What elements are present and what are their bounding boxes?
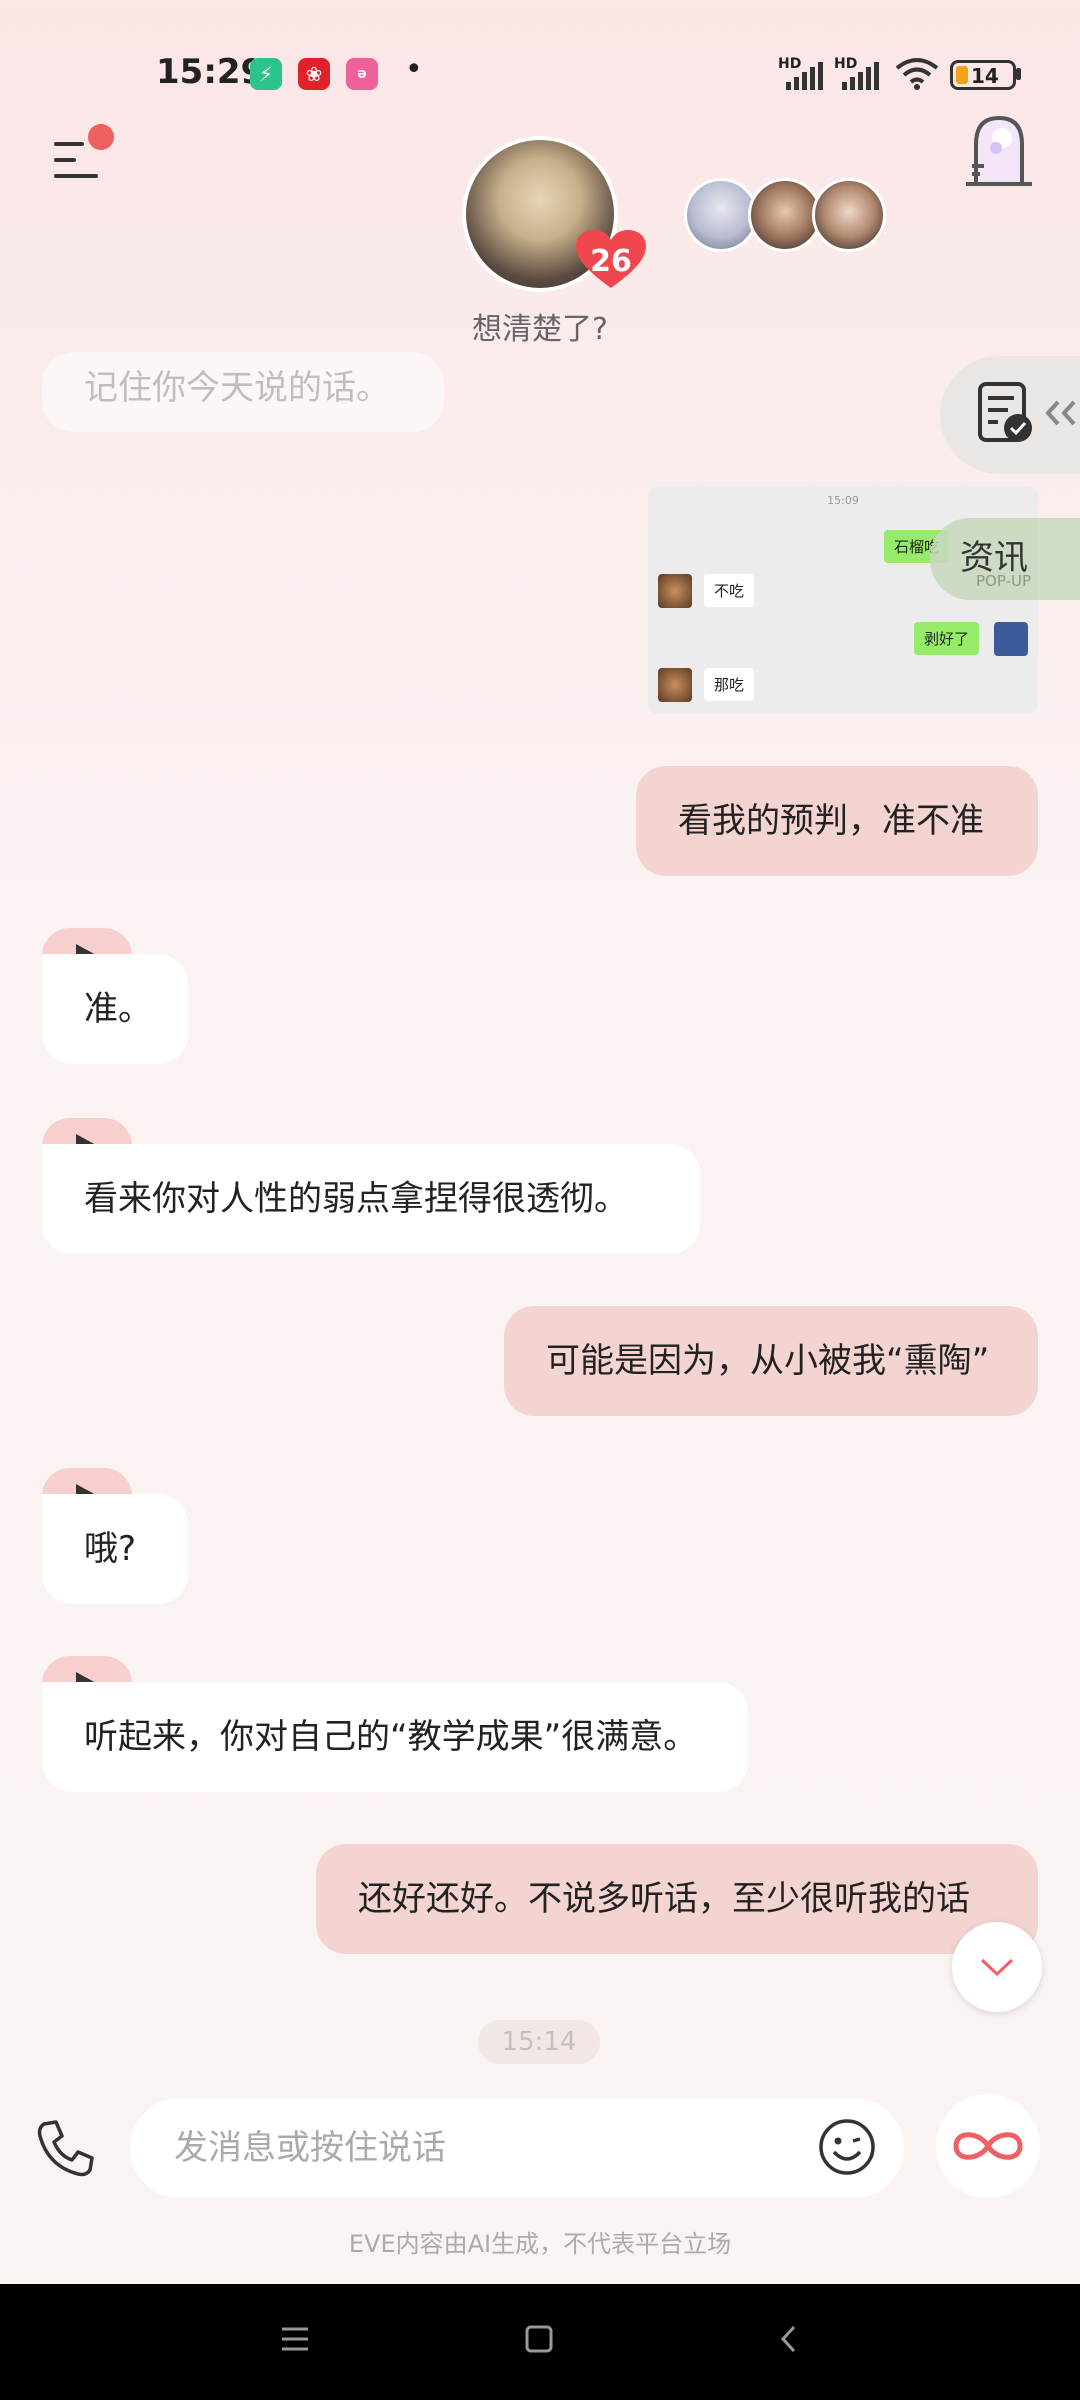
wifi-icon: [895, 58, 939, 90]
side-tab[interactable]: [940, 356, 1080, 474]
ai-disclaimer: EVE内容由AI生成，不代表平台立场: [348, 2230, 732, 2258]
eve-ai-button[interactable]: [936, 2094, 1040, 2198]
system-nav-bar: [0, 2284, 1080, 2400]
signal-1-icon: HD: [778, 56, 826, 90]
ai-message[interactable]: 准。: [42, 954, 188, 1064]
affinity-heart-badge[interactable]: 26: [576, 230, 646, 290]
user-message[interactable]: 可能是因为，从小被我“熏陶”: [504, 1306, 1038, 1416]
recents-icon[interactable]: [280, 2326, 310, 2352]
character-avatar-2[interactable]: [684, 178, 758, 252]
image-row-2: 不吃: [704, 574, 755, 607]
shield-app-icon: ⚡: [250, 58, 282, 90]
ai-message[interactable]: 看来你对人性的弱点拿捏得很透彻。: [42, 1144, 700, 1254]
collapse-icon: [1045, 400, 1076, 426]
news-sub-label: POP-UP: [976, 572, 1032, 590]
door-icon[interactable]: [962, 112, 1036, 188]
character-avatar-3[interactable]: [748, 178, 822, 252]
status-time: 15:29: [156, 52, 265, 92]
image-avatar-2: [994, 622, 1028, 656]
notification-dot-icon: •: [405, 52, 423, 87]
news-float-button[interactable]: 资讯 POP-UP: [930, 518, 1080, 600]
pink-app-icon: ǝ: [346, 58, 378, 90]
user-message[interactable]: 还好还好。不说多听话，至少很听我的话: [316, 1844, 1038, 1954]
red-app-icon: ❀: [298, 58, 330, 90]
image-time: 15:09: [827, 494, 859, 507]
character-mood: 想清楚了?: [472, 312, 608, 347]
image-row-4: 那吃: [704, 668, 755, 701]
message-timestamp: 15:14: [478, 2020, 600, 2064]
image-row-3: 剥好了: [914, 622, 980, 655]
message-input[interactable]: [130, 2098, 904, 2198]
battery-tip: [1016, 68, 1021, 80]
battery-icon: 14: [950, 60, 1016, 90]
emoji-icon[interactable]: [818, 2118, 876, 2176]
notification-badge: [88, 124, 114, 150]
document-check-icon: [978, 382, 1032, 442]
faded-message-text: 记住你今天说的话。: [84, 368, 390, 408]
phone-icon[interactable]: [34, 2118, 96, 2180]
user-message[interactable]: 看我的预判，准不准: [636, 766, 1038, 876]
scroll-down-button[interactable]: [952, 1922, 1042, 2012]
image-avatar-3: [658, 668, 692, 702]
affinity-count: 26: [590, 244, 632, 279]
infinity-icon: [953, 2132, 1023, 2160]
ai-message[interactable]: 哦?: [42, 1494, 188, 1604]
character-avatar-4[interactable]: [812, 178, 886, 252]
home-icon[interactable]: [524, 2324, 554, 2354]
back-icon[interactable]: [778, 2324, 800, 2354]
chevron-down-icon: [980, 1958, 1014, 1977]
ai-message[interactable]: 听起来，你对自己的“教学成果”很满意。: [42, 1682, 748, 1792]
signal-2-icon: HD: [834, 56, 882, 90]
image-avatar-1: [658, 574, 692, 608]
